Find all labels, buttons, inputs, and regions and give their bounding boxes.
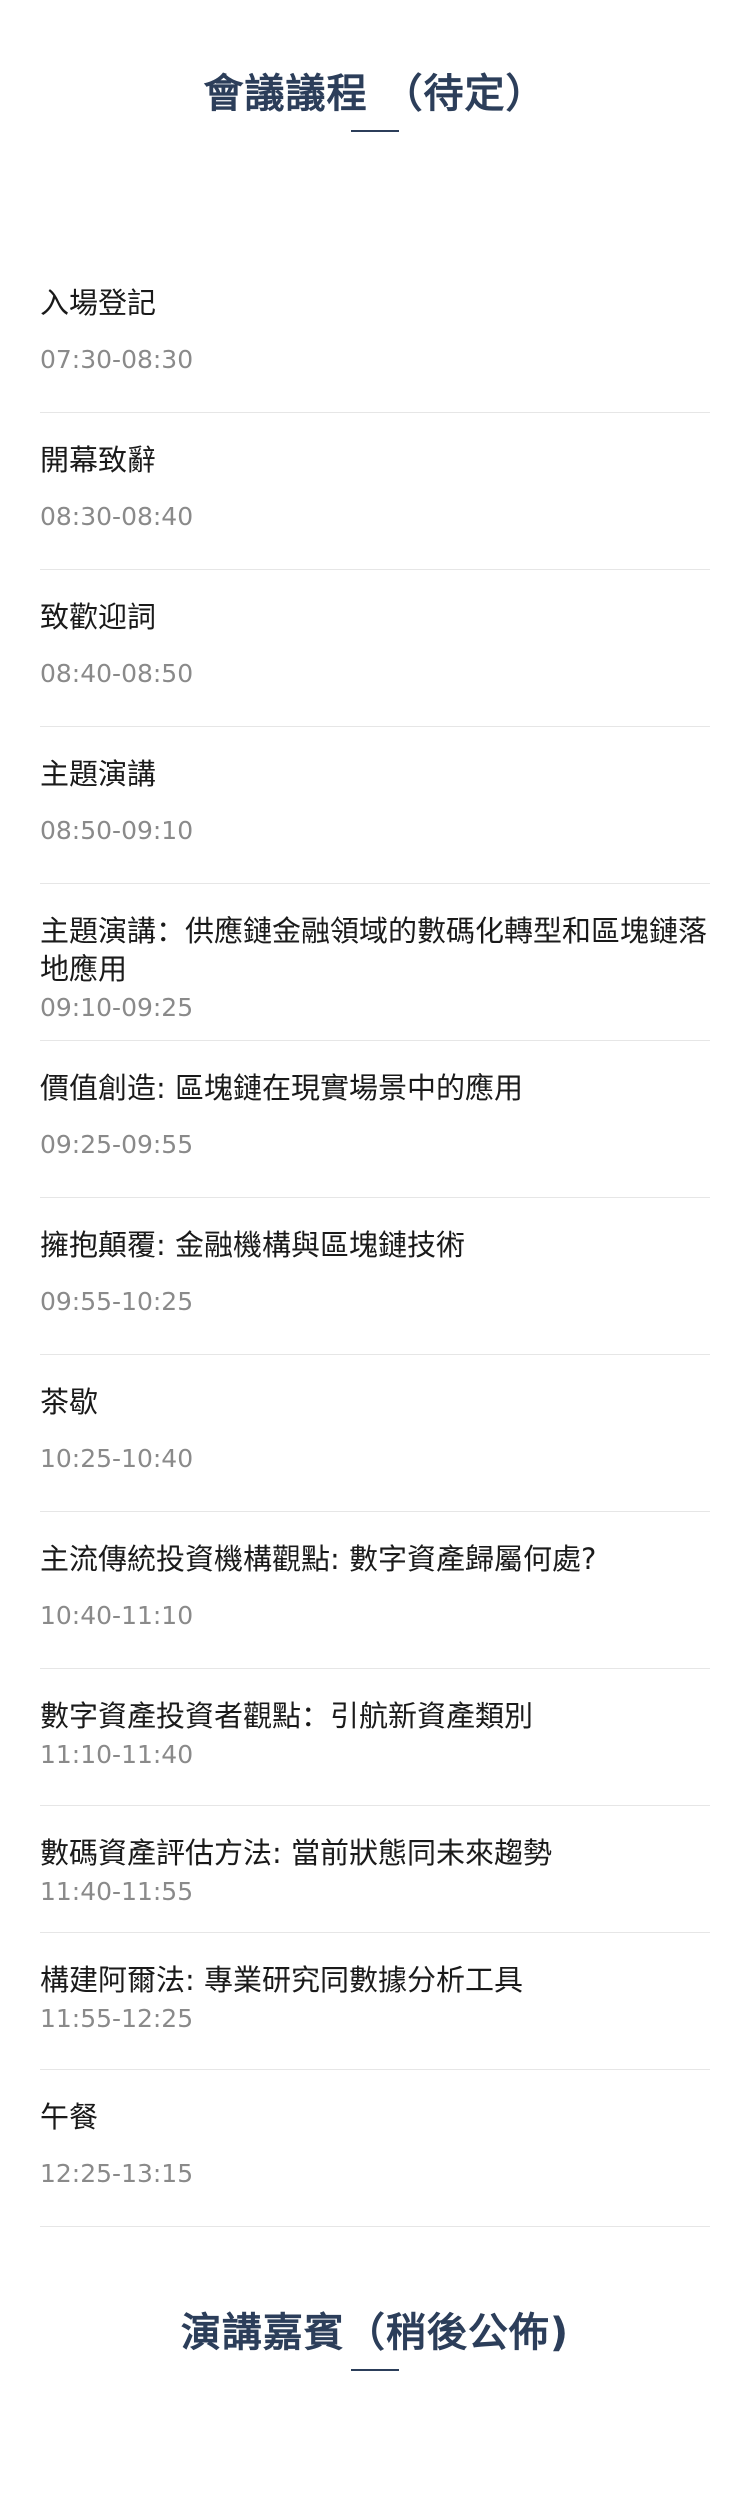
- agenda-item: 茶歇 10:25-10:40: [40, 1355, 710, 1512]
- agenda-item-title: 數碼資產評估方法: 當前狀態同未來趨勢: [40, 1836, 552, 1870]
- agenda-item-time: 08:30-08:40: [40, 502, 194, 531]
- agenda-item-title: 主題演講：供應鏈金融領域的數碼化轉型和區塊鏈落地應用: [40, 914, 708, 986]
- agenda-item-time: 09:25-09:55: [40, 1130, 194, 1159]
- agenda-item: 數字資產投資者觀點：引航新資產類別 11:10-11:40: [40, 1669, 710, 1806]
- speakers-title-underline: [351, 2369, 399, 2371]
- agenda-item-time: 11:55-12:25: [40, 2004, 194, 2033]
- agenda-item-title: 數字資產投資者觀點：引航新資產類別: [40, 1699, 534, 1733]
- agenda-item-title: 構建阿爾法: 專業研究同數據分析工具: [40, 1963, 523, 1997]
- agenda-header: 會議議程 （待定）: [0, 0, 750, 132]
- agenda-item-time: 11:10-11:40: [40, 1740, 194, 1769]
- agenda-item-title: 主題演講: [40, 757, 157, 791]
- agenda-item: 致歡迎詞 08:40-08:50: [40, 570, 710, 727]
- agenda-item: 主題演講 08:50-09:10: [40, 727, 710, 884]
- agenda-item: 開幕致辭 08:30-08:40: [40, 413, 710, 570]
- agenda-item-time: 10:40-11:10: [40, 1601, 194, 1630]
- agenda-item-time: 08:50-09:10: [40, 816, 194, 845]
- speakers-header: 演講嘉賓（稍後公佈): [0, 2309, 750, 2371]
- agenda-item: 午餐 12:25-13:15: [40, 2070, 710, 2227]
- agenda-item: 主流傳統投資機構觀點: 數字資產歸屬何處? 10:40-11:10: [40, 1512, 710, 1669]
- agenda-item-title: 開幕致辭: [40, 443, 157, 477]
- page: 會議議程 （待定） 入場登記 07:30-08:30 開幕致辭 08:30-08…: [0, 0, 750, 2507]
- agenda-item-title: 茶歇: [40, 1385, 99, 1419]
- agenda-item-title: 擁抱顛覆: 金融機構與區塊鏈技術: [40, 1228, 465, 1262]
- speakers-title: 演講嘉賓（稍後公佈): [180, 2310, 570, 2356]
- agenda-item-time: 08:40-08:50: [40, 659, 194, 688]
- agenda-item: 構建阿爾法: 專業研究同數據分析工具 11:55-12:25: [40, 1933, 710, 2070]
- agenda-item-title: 午餐: [40, 2100, 99, 2134]
- agenda-item-title: 致歡迎詞: [40, 600, 157, 634]
- agenda-item-time: 09:10-09:25: [40, 993, 194, 1022]
- agenda-item-time: 07:30-08:30: [40, 345, 194, 374]
- agenda-item: 入場登記 07:30-08:30: [40, 256, 710, 413]
- agenda-title-underline: [351, 130, 399, 132]
- agenda-item: 擁抱顛覆: 金融機構與區塊鏈技術 09:55-10:25: [40, 1198, 710, 1355]
- agenda-title: 會議議程 （待定）: [203, 71, 547, 117]
- agenda-item: 價值創造: 區塊鏈在現實場景中的應用 09:25-09:55: [40, 1041, 710, 1198]
- agenda-item-time: 10:25-10:40: [40, 1444, 194, 1473]
- agenda-item: 數碼資產評估方法: 當前狀態同未來趨勢 11:40-11:55: [40, 1806, 710, 1933]
- agenda-item-title: 主流傳統投資機構觀點: 數字資產歸屬何處?: [40, 1542, 597, 1576]
- agenda-item-title: 入場登記: [40, 286, 157, 320]
- agenda-item-time: 09:55-10:25: [40, 1287, 194, 1316]
- agenda-item: 主題演講：供應鏈金融領域的數碼化轉型和區塊鏈落地應用 09:10-09:25: [40, 884, 710, 1041]
- agenda-item-title: 價值創造: 區塊鏈在現實場景中的應用: [40, 1071, 523, 1105]
- agenda-list: 入場登記 07:30-08:30 開幕致辭 08:30-08:40 致歡迎詞 0…: [0, 256, 750, 2227]
- agenda-item-time: 11:40-11:55: [40, 1877, 194, 1906]
- agenda-item-time: 12:25-13:15: [40, 2159, 194, 2188]
